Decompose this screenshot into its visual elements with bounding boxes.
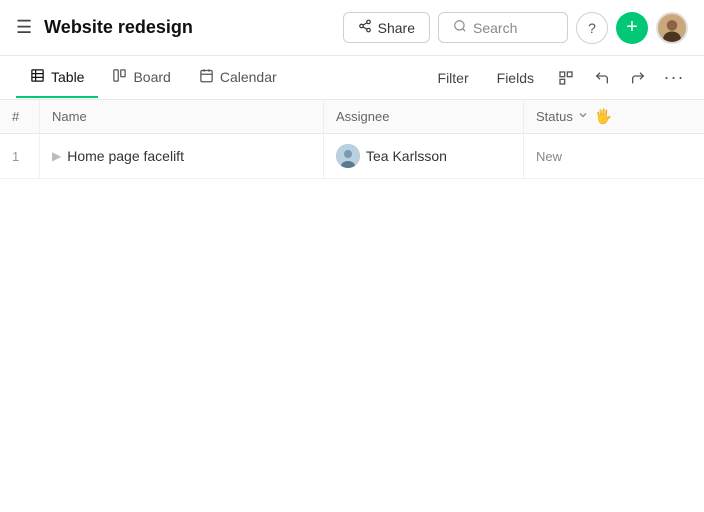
add-icon: +: [626, 16, 638, 39]
app-header: ☰ Website redesign Share Search ? +: [0, 0, 704, 56]
data-table: # Name Assignee Status 🖐 1 ▶ Home page f…: [0, 100, 704, 179]
table-header: # Name Assignee Status 🖐: [0, 100, 704, 134]
board-tab-icon: [112, 68, 127, 86]
undo-button[interactable]: [588, 64, 616, 92]
view-tabs: Table Board Calendar: [16, 58, 428, 98]
search-icon: [453, 19, 467, 36]
share-label: Share: [378, 20, 415, 36]
filter-button[interactable]: Filter: [428, 65, 479, 91]
sort-icon: [577, 109, 589, 124]
col-header-num: #: [0, 100, 40, 133]
cursor-indicator: 🖐: [595, 108, 612, 125]
help-icon: ?: [588, 20, 596, 36]
fields-label: Fields: [497, 70, 534, 86]
view-toolbar: Table Board Calendar: [0, 56, 704, 100]
tab-board[interactable]: Board: [98, 58, 184, 98]
fields-button[interactable]: Fields: [487, 65, 544, 91]
tab-table-label: Table: [51, 69, 84, 85]
col-header-name: Name: [40, 100, 324, 133]
more-options-button[interactable]: ···: [660, 64, 688, 92]
cell-row-name[interactable]: ▶ Home page facelift: [40, 134, 324, 178]
tab-table[interactable]: Table: [16, 58, 98, 98]
cell-row-num: 1: [0, 134, 40, 178]
table-tab-icon: [30, 68, 45, 86]
app-title: Website redesign: [44, 17, 343, 38]
add-button[interactable]: +: [616, 12, 648, 44]
toolbar-right: Filter Fields ···: [428, 64, 688, 92]
table-row: 1 ▶ Home page facelift Tea Karlsson New: [0, 134, 704, 179]
share-button[interactable]: Share: [343, 12, 430, 43]
search-placeholder: Search: [473, 20, 517, 36]
search-box[interactable]: Search: [438, 12, 568, 43]
share-icon: [358, 19, 372, 36]
cell-row-assignee: Tea Karlsson: [324, 134, 524, 178]
tab-calendar[interactable]: Calendar: [185, 58, 291, 98]
expand-icon[interactable]: ▶: [52, 149, 61, 163]
avatar[interactable]: [656, 12, 688, 44]
col-header-assignee: Assignee: [324, 100, 524, 133]
calendar-tab-icon: [199, 68, 214, 86]
cell-row-status: New: [524, 134, 704, 178]
tab-calendar-label: Calendar: [220, 69, 277, 85]
redo-button[interactable]: [624, 64, 652, 92]
header-actions: Share Search ? +: [343, 12, 688, 44]
filter-label: Filter: [438, 70, 469, 86]
group-button[interactable]: [552, 64, 580, 92]
more-icon: ···: [664, 67, 685, 88]
col-header-status[interactable]: Status 🖐: [524, 100, 704, 133]
tab-board-label: Board: [133, 69, 170, 85]
help-button[interactable]: ?: [576, 12, 608, 44]
menu-icon[interactable]: ☰: [16, 17, 32, 38]
assignee-avatar: [336, 144, 360, 168]
